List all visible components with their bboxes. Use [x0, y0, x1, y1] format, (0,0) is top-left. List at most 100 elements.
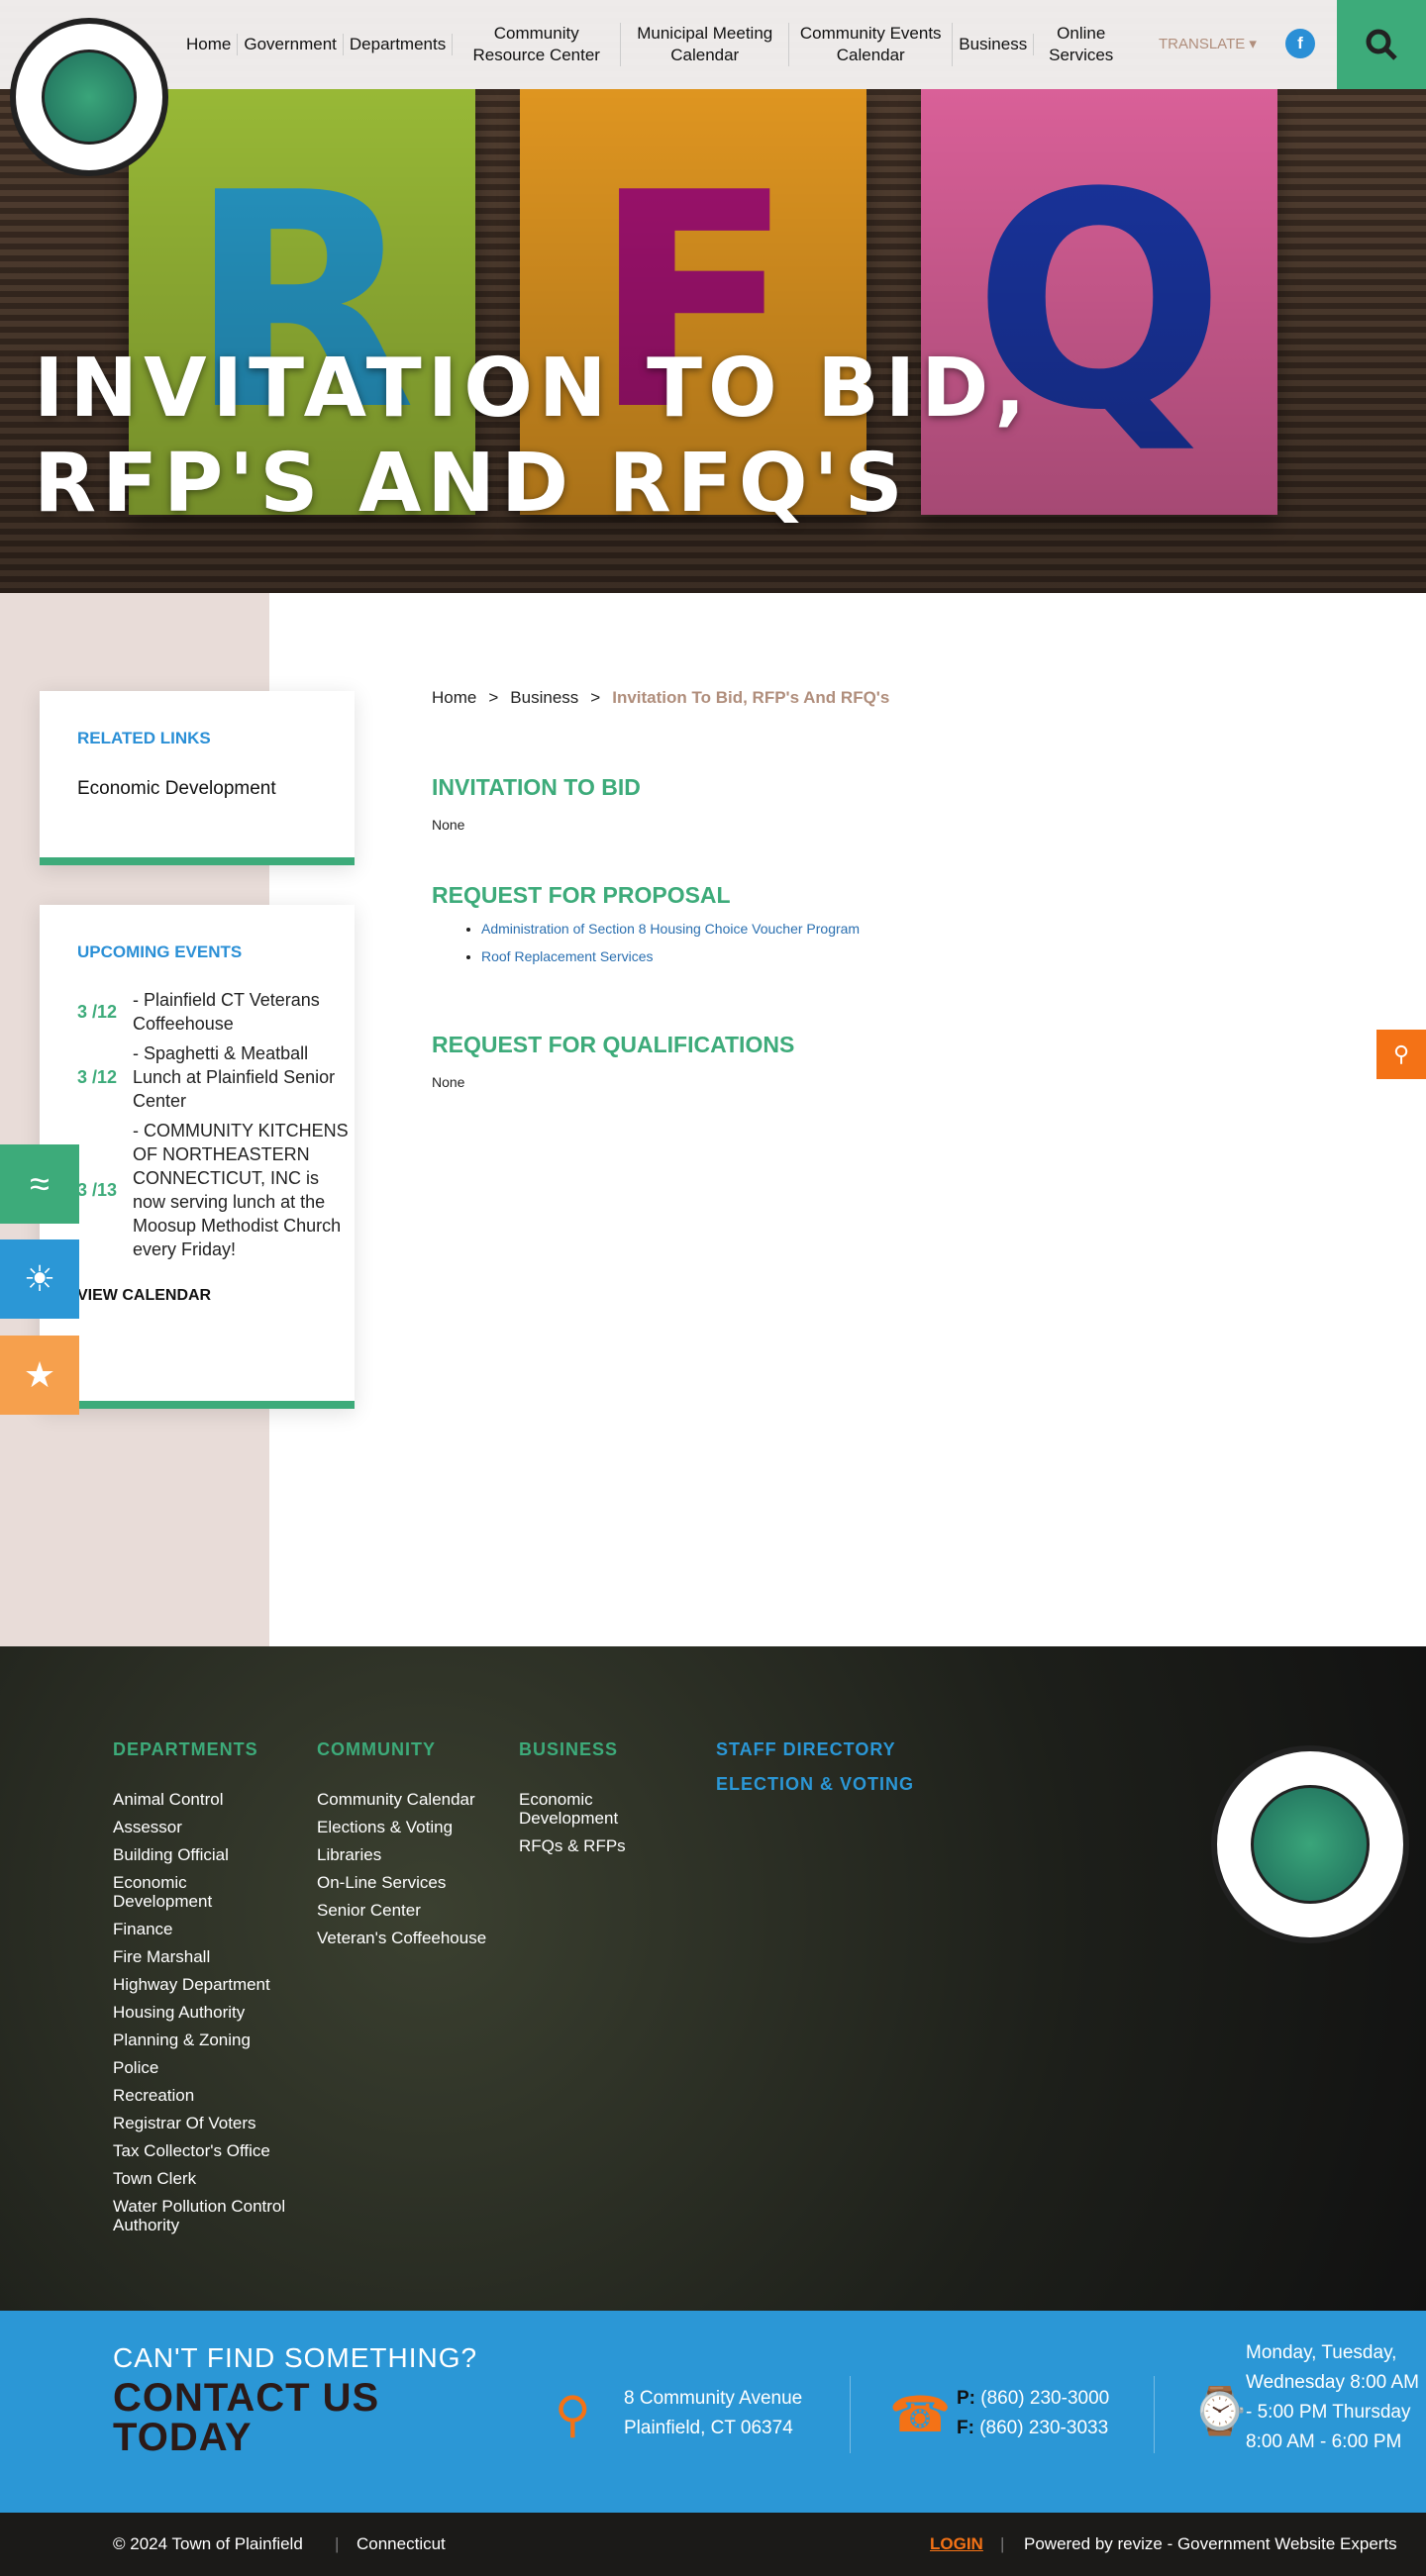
election-voting-link[interactable]: ELECTION & VOTING: [716, 1774, 914, 1795]
nav-community-events-calendar[interactable]: Community Events Calendar: [789, 23, 954, 66]
rfp-link-section-8[interactable]: Administration of Section 8 Housing Choi…: [481, 921, 860, 937]
phone-label: P:: [957, 2388, 975, 2409]
footer-link[interactable]: Housing Authority: [113, 2003, 301, 2022]
share-button[interactable]: ⚲: [1376, 1030, 1426, 1079]
event-date: 3 /12: [77, 1067, 118, 1087]
related-links-box: RELATED LINKS Economic Development: [40, 691, 355, 865]
nav-online-services[interactable]: Online Services: [1034, 23, 1128, 66]
footer-departments: DEPARTMENTS Animal Control Assessor Buil…: [113, 1739, 301, 2243]
chevron-down-icon: ▾: [1249, 36, 1257, 52]
footer-link[interactable]: Building Official: [113, 1845, 301, 1864]
powered-by-link[interactable]: Powered by revize - Government Website E…: [1024, 2534, 1397, 2554]
main-nav: Home Government Departments Community Re…: [180, 0, 1128, 89]
search-icon: [1366, 29, 1397, 60]
location-pin-icon: ⚲: [555, 2387, 591, 2442]
fax-number: (860) 230-3033: [979, 2418, 1109, 2438]
footer-link[interactable]: Recreation: [113, 2086, 301, 2105]
event-item[interactable]: 3 /13 - COMMUNITY KITCHENS OF NORTHEASTER…: [77, 1119, 355, 1261]
rfp-link-roof-replacement[interactable]: Roof Replacement Services: [481, 948, 654, 964]
staff-directory-link[interactable]: STAFF DIRECTORY: [716, 1739, 914, 1760]
event-title: - COMMUNITY KITCHENS OF NORTHEASTERN CON…: [133, 1121, 349, 1259]
footer-departments-title: DEPARTMENTS: [113, 1739, 258, 1759]
nav-departments[interactable]: Departments: [344, 34, 454, 55]
office-hours: Monday, Tuesday, Wednesday 8:00 AM - 5:0…: [1246, 2342, 1419, 2452]
footer-link[interactable]: Highway Department: [113, 1975, 301, 1994]
nav-home[interactable]: Home: [180, 34, 239, 55]
nav-government[interactable]: Government: [238, 34, 344, 55]
rfq-heading: REQUEST FOR QUALIFICATIONS: [432, 1032, 795, 1057]
event-item[interactable]: 3 /12 - Plainfield CT Veterans Coffeehous…: [77, 988, 355, 1036]
bottom-bar: © 2024 Town of Plainfield | Connecticut …: [0, 2513, 1426, 2576]
footer-link[interactable]: Police: [113, 2058, 301, 2077]
view-calendar-link[interactable]: VIEW CALENDAR: [77, 1287, 355, 1305]
address-line-1: 8 Community Avenue: [624, 2388, 803, 2409]
address: 8 Community Avenue Plainfield, CT 06374: [624, 2384, 802, 2443]
facebook-icon[interactable]: f: [1285, 29, 1315, 58]
footer-town-logo: [1211, 1745, 1409, 1943]
badge-star-icon: ★: [23, 1354, 56, 1395]
footer-extra-links: STAFF DIRECTORY ELECTION & VOTING: [716, 1739, 914, 1825]
footer-link[interactable]: Tax Collector's Office: [113, 2141, 301, 2160]
footer-link[interactable]: Fire Marshall: [113, 1947, 301, 1966]
rfp-list: Administration of Section 8 Housing Choi…: [481, 915, 1323, 970]
related-link-economic-development[interactable]: Economic Development: [77, 778, 317, 800]
breadcrumb-home[interactable]: Home: [432, 688, 476, 708]
breadcrumb-separator: >: [488, 688, 499, 707]
translate-dropdown[interactable]: TRANSLATE ▾: [1159, 35, 1257, 52]
address-line-2: Plainfield, CT 06374: [624, 2418, 793, 2438]
footer-link[interactable]: Community Calendar: [317, 1790, 515, 1809]
related-links-title: RELATED LINKS: [77, 729, 211, 747]
invitation-to-bid-text: None: [432, 817, 465, 833]
footer-link[interactable]: Assessor: [113, 1818, 301, 1836]
breadcrumb-current: Invitation To Bid, RFP's And RFQ's: [612, 688, 890, 707]
breadcrumb-business[interactable]: Business: [510, 688, 578, 708]
event-title: - Spaghetti & Meatball Lunch at Plainfie…: [133, 1043, 336, 1111]
footer-link[interactable]: Elections & Voting: [317, 1818, 515, 1836]
footer-link[interactable]: Animal Control: [113, 1790, 301, 1809]
footer-link[interactable]: On-Line Services: [317, 1873, 515, 1892]
state-link[interactable]: Connecticut: [356, 2534, 446, 2554]
nav-community-resource-center[interactable]: Community Resource Center: [453, 23, 622, 66]
footer-link[interactable]: Libraries: [317, 1845, 515, 1864]
town-logo[interactable]: [10, 18, 168, 176]
breadcrumb-separator: >: [590, 688, 601, 707]
footer-link[interactable]: Water Pollution Control Authority: [113, 2197, 301, 2234]
event-title: - Plainfield CT Veterans Coffeehouse: [133, 990, 320, 1034]
footer-link[interactable]: Economic Development: [113, 1873, 232, 1911]
breadcrumb: Home > Business > Invitation To Bid, RFP…: [432, 688, 889, 708]
footer-business-title: BUSINESS: [519, 1739, 619, 1759]
footer-link[interactable]: Planning & Zoning: [113, 2031, 301, 2049]
divider: [850, 2376, 851, 2453]
footer-link[interactable]: Senior Center: [317, 1901, 515, 1920]
footer-link[interactable]: Veteran's Coffeehouse: [317, 1929, 515, 1947]
nav-municipal-meeting-calendar[interactable]: Municipal Meeting Calendar: [621, 23, 790, 66]
event-item[interactable]: 3 /12 - Spaghetti & Meatball Lunch at Pla…: [77, 1041, 355, 1113]
rfp-heading: REQUEST FOR PROPOSAL: [432, 882, 731, 908]
footer-link[interactable]: Town Clerk: [113, 2169, 301, 2188]
phone-number[interactable]: (860) 230-3000: [980, 2388, 1109, 2409]
clock-icon: ⌚: [1191, 2385, 1249, 2436]
upcoming-events-box: UPCOMING EVENTS 3 /12 - Plainfield CT Vet…: [40, 905, 355, 1409]
login-link[interactable]: LOGIN: [930, 2534, 983, 2554]
page-title: INVITATION TO BID, RFP'S AND RFQ'S: [34, 342, 1032, 531]
weather-quicklink[interactable]: ☀: [0, 1239, 79, 1319]
footer-link[interactable]: Economic Development: [519, 1790, 638, 1828]
phone-icon: ☎: [889, 2387, 952, 2442]
footer-link[interactable]: RFQs & RFPs: [519, 1836, 638, 1855]
sunrise-icon: ☀: [23, 1258, 56, 1299]
fax-label: F:: [957, 2418, 974, 2438]
wifi-icon: ≈: [30, 1163, 50, 1204]
divider: [1154, 2376, 1155, 2453]
search-button[interactable]: [1337, 0, 1426, 89]
nav-business[interactable]: Business: [953, 34, 1035, 55]
award-quicklink[interactable]: ★: [0, 1336, 79, 1415]
footer-link[interactable]: Registrar Of Voters: [113, 2114, 301, 2132]
contact-us-heading: CONTACT US TODAY: [113, 2376, 380, 2459]
footer-community: COMMUNITY Community Calendar Elections &…: [317, 1739, 515, 1956]
footer-community-title: COMMUNITY: [317, 1739, 436, 1759]
upcoming-events-title: UPCOMING EVENTS: [77, 942, 243, 961]
footer-link[interactable]: Finance: [113, 1920, 301, 1938]
translate-label: TRANSLATE: [1159, 36, 1246, 52]
event-date: 3 /12: [77, 1002, 118, 1022]
wifi-quicklink[interactable]: ≈: [0, 1144, 79, 1224]
